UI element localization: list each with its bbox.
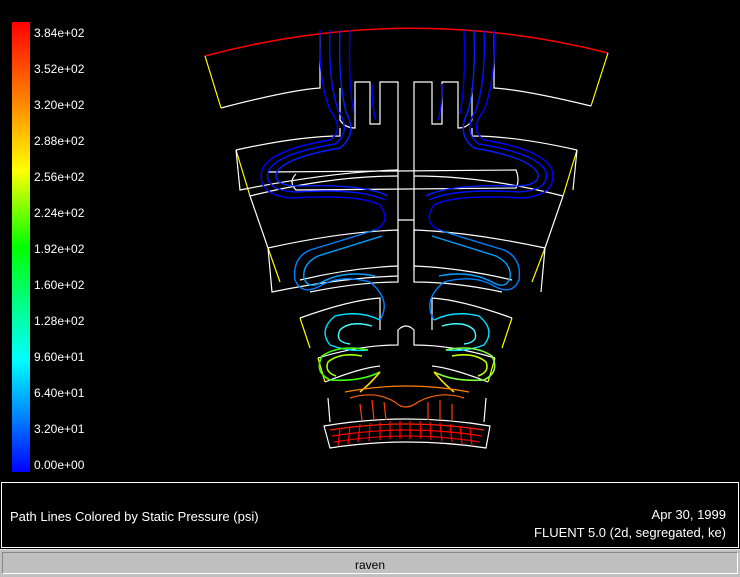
pathlines-cyan xyxy=(293,229,521,352)
caption-box: Path Lines Colored by Static Pressure (p… xyxy=(1,482,739,548)
window-status-bar: raven xyxy=(0,549,740,577)
labyrinth-seal-pathlines xyxy=(204,27,609,449)
side-edge-left xyxy=(204,55,326,383)
pathlines-red xyxy=(329,385,485,447)
host-name-label: raven xyxy=(354,558,386,572)
caption-title: Path Lines Colored by Static Pressure (p… xyxy=(10,509,259,524)
side-edge-right xyxy=(487,52,609,383)
pathlines-blue xyxy=(260,29,554,231)
caption-solver-info: FLUENT 5.0 (2d, segregated, ke) xyxy=(534,525,726,540)
status-bar-inset: raven xyxy=(2,552,738,574)
inlet-arc xyxy=(204,27,609,57)
caption-date: Apr 30, 1999 xyxy=(651,507,726,522)
graphics-viewport[interactable]: 3.84e+02 3.52e+02 3.20e+02 2.88e+02 2.56… xyxy=(0,0,740,480)
